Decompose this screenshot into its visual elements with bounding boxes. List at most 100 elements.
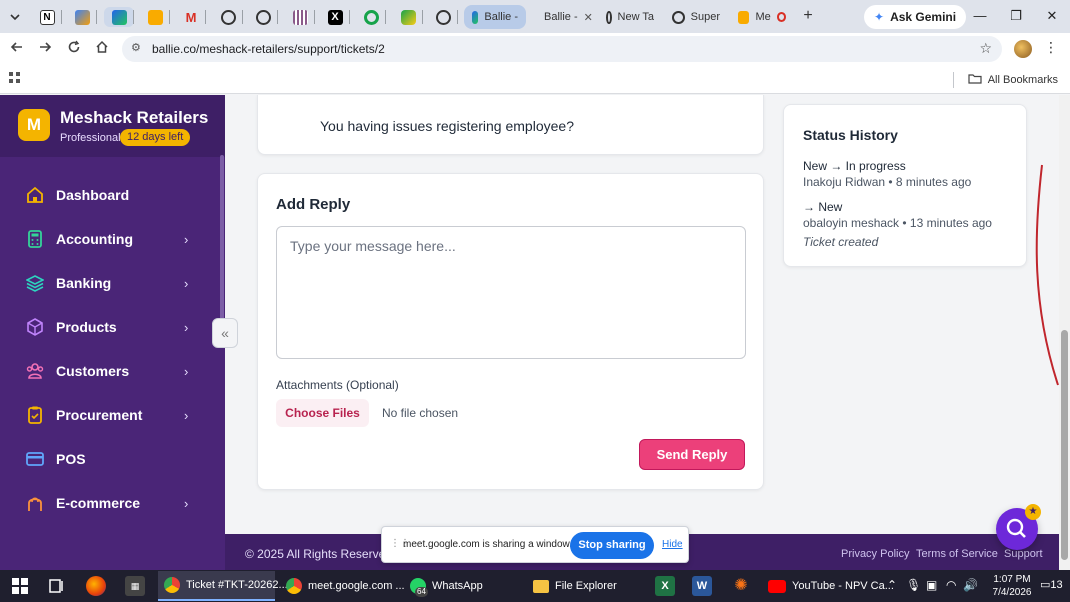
tab-ballie[interactable]: Ballie - ✕ (530, 5, 596, 29)
restore-window-button[interactable]: ❐ (1004, 5, 1028, 27)
privacy-policy-link[interactable]: Privacy Policy (841, 548, 909, 560)
chevron-right-icon: › (184, 275, 189, 291)
terms-of-service-link[interactable]: Terms of Service (916, 548, 998, 560)
pinned-tab-site-b[interactable] (248, 7, 278, 27)
reload-button[interactable] (63, 38, 85, 60)
close-tab-icon[interactable]: ✕ (584, 11, 593, 24)
sidebar-item-accounting[interactable]: Accounting › (0, 219, 218, 259)
display-icon[interactable]: ▣ (926, 578, 937, 592)
youtube-icon (768, 579, 786, 593)
taskbar-app-file-explorer[interactable]: File Explorer (527, 571, 627, 601)
tab-meet[interactable]: Me (730, 5, 794, 29)
tray-overflow-icon[interactable]: ⌃ (887, 578, 897, 592)
status-history-card: Status History New → In progress Inakoju… (783, 104, 1027, 267)
copyright-text: © 2025 All Rights Reserve (245, 547, 386, 561)
address-bar[interactable]: ⚙ ballie.co/meshack-retailers/support/ti… (122, 36, 1002, 62)
profile-avatar[interactable] (1014, 40, 1032, 58)
chevron-right-icon: › (184, 319, 189, 335)
clipboard-icon (28, 406, 42, 424)
pinned-tab-site-d[interactable] (356, 7, 386, 27)
brand-logo: M (18, 109, 50, 141)
windows-start-icon[interactable] (10, 576, 30, 596)
pinned-tab-site-c[interactable] (285, 7, 315, 27)
page-scrollbar-thumb[interactable] (1061, 330, 1068, 560)
pinned-tab-ballie[interactable] (67, 7, 97, 27)
ask-gemini-button[interactable]: ✦ Ask Gemini (864, 5, 967, 29)
sidebar-item-banking[interactable]: Banking › (0, 263, 218, 303)
home-button[interactable] (91, 38, 113, 60)
app-sidebar: M Meshack Retailers Professional 12 days… (0, 95, 225, 570)
word-icon[interactable]: W (692, 576, 712, 596)
site-info-icon[interactable]: ⚙ (131, 41, 141, 54)
sidebar-item-procurement[interactable]: Procurement › (0, 395, 218, 435)
pinned-tab-site-a[interactable] (213, 7, 243, 27)
wifi-icon[interactable]: ◠ (946, 578, 956, 592)
taskbar-app-label: YouTube - NPV Ca... (792, 580, 894, 592)
excel-icon[interactable]: X (655, 576, 675, 596)
send-reply-button[interactable]: Send Reply (639, 439, 745, 470)
x-logo-icon: X (327, 9, 343, 25)
pinned-tab-meet[interactable] (140, 7, 170, 27)
new-tab-button[interactable]: + (798, 6, 818, 26)
choose-files-button[interactable]: Choose Files (276, 399, 369, 427)
browser-toolbar: ⚙ ballie.co/meshack-retailers/support/ti… (0, 33, 1070, 65)
system-clock[interactable]: 1:07 PM 7/4/2026 (982, 573, 1042, 599)
calculator-app-icon[interactable]: ▦ (125, 576, 145, 596)
forward-button[interactable] (34, 38, 56, 60)
chevron-down-icon (10, 14, 20, 21)
tab-super[interactable]: Super (664, 5, 728, 29)
notification-center-button[interactable]: ▭13 (1040, 578, 1063, 591)
volume-icon[interactable]: 🔊 (963, 578, 978, 592)
share-status-text: meet.google.com is sharing a window. (403, 539, 572, 550)
shop-icon (28, 497, 42, 511)
ballie-logo-icon (74, 9, 90, 25)
taskbar-app-chrome-meet[interactable]: meet.google.com ... (280, 571, 405, 601)
sidebar-item-products[interactable]: Products › (0, 307, 218, 347)
taskbar-app-youtube[interactable]: YouTube - NPV Ca... (762, 571, 894, 601)
microphone-icon[interactable]: 🎙 (906, 578, 921, 592)
pinned-tab-ballie-2[interactable] (104, 7, 134, 27)
url-text: ballie.co/meshack-retailers/support/tick… (152, 42, 385, 56)
tab-label: Ballie - (544, 11, 578, 23)
tab-label: New Ta (617, 11, 654, 23)
pinned-tab-notion[interactable]: N (32, 7, 62, 27)
task-view-icon[interactable] (47, 576, 67, 596)
tab-new-tab[interactable]: New Ta (598, 5, 662, 29)
apps-grid-icon[interactable] (9, 72, 21, 87)
tab-search-dropdown[interactable] (4, 6, 26, 28)
brand-header: M Meshack Retailers Professional 12 days… (0, 95, 225, 157)
tab-ballie-active[interactable]: Ballie - (464, 5, 526, 29)
sidebar-item-customers[interactable]: Customers › (0, 351, 218, 391)
pinned-tab-gmail[interactable]: M (176, 7, 206, 27)
sidebar-item-pos[interactable]: POS (0, 439, 218, 479)
all-bookmarks-button[interactable]: All Bookmarks (952, 72, 1058, 88)
clock-date: 7/4/2026 (992, 587, 1032, 598)
page-scrollbar[interactable] (1059, 95, 1070, 570)
reload-icon (68, 40, 80, 53)
bookmark-star-icon[interactable]: ☆ (979, 40, 992, 57)
hide-banner-link[interactable]: Hide (662, 539, 683, 550)
sidebar-item-dashboard[interactable]: Dashboard (0, 175, 218, 215)
collapse-sidebar-button[interactable]: « (212, 318, 238, 348)
whatsapp-badge: 64 (415, 587, 428, 597)
taskbar-app-chrome-ticket[interactable]: Ticket #TKT-20262... (158, 571, 288, 601)
stop-sharing-button[interactable]: Stop sharing (570, 532, 654, 559)
minimize-window-button[interactable]: — (968, 5, 992, 27)
pinned-tab-x[interactable]: X (320, 7, 350, 27)
brand-name: Meshack Retailers (60, 108, 209, 127)
pinned-tab-site-f[interactable] (428, 7, 458, 27)
browser-menu-icon[interactable]: ⋮ (1043, 39, 1059, 59)
firefox-icon[interactable] (86, 576, 106, 596)
globe-icon (435, 9, 451, 25)
back-button[interactable] (6, 38, 28, 60)
file-status-text: No file chosen (382, 406, 459, 420)
pinned-tab-site-e[interactable] (393, 7, 423, 27)
taskbar-app-whatsapp[interactable]: 64 WhatsApp (404, 571, 504, 601)
all-bookmarks-label: All Bookmarks (987, 74, 1058, 86)
sidebar-item-ecommerce[interactable]: E-commerce › (0, 483, 218, 523)
circle-icon (363, 9, 379, 25)
app-starburst-icon[interactable]: ✺ (731, 576, 751, 596)
close-window-button[interactable]: ✕ (1040, 5, 1064, 27)
reply-message-textarea[interactable] (276, 226, 746, 359)
sidebar-scrollbar[interactable] (220, 155, 224, 345)
